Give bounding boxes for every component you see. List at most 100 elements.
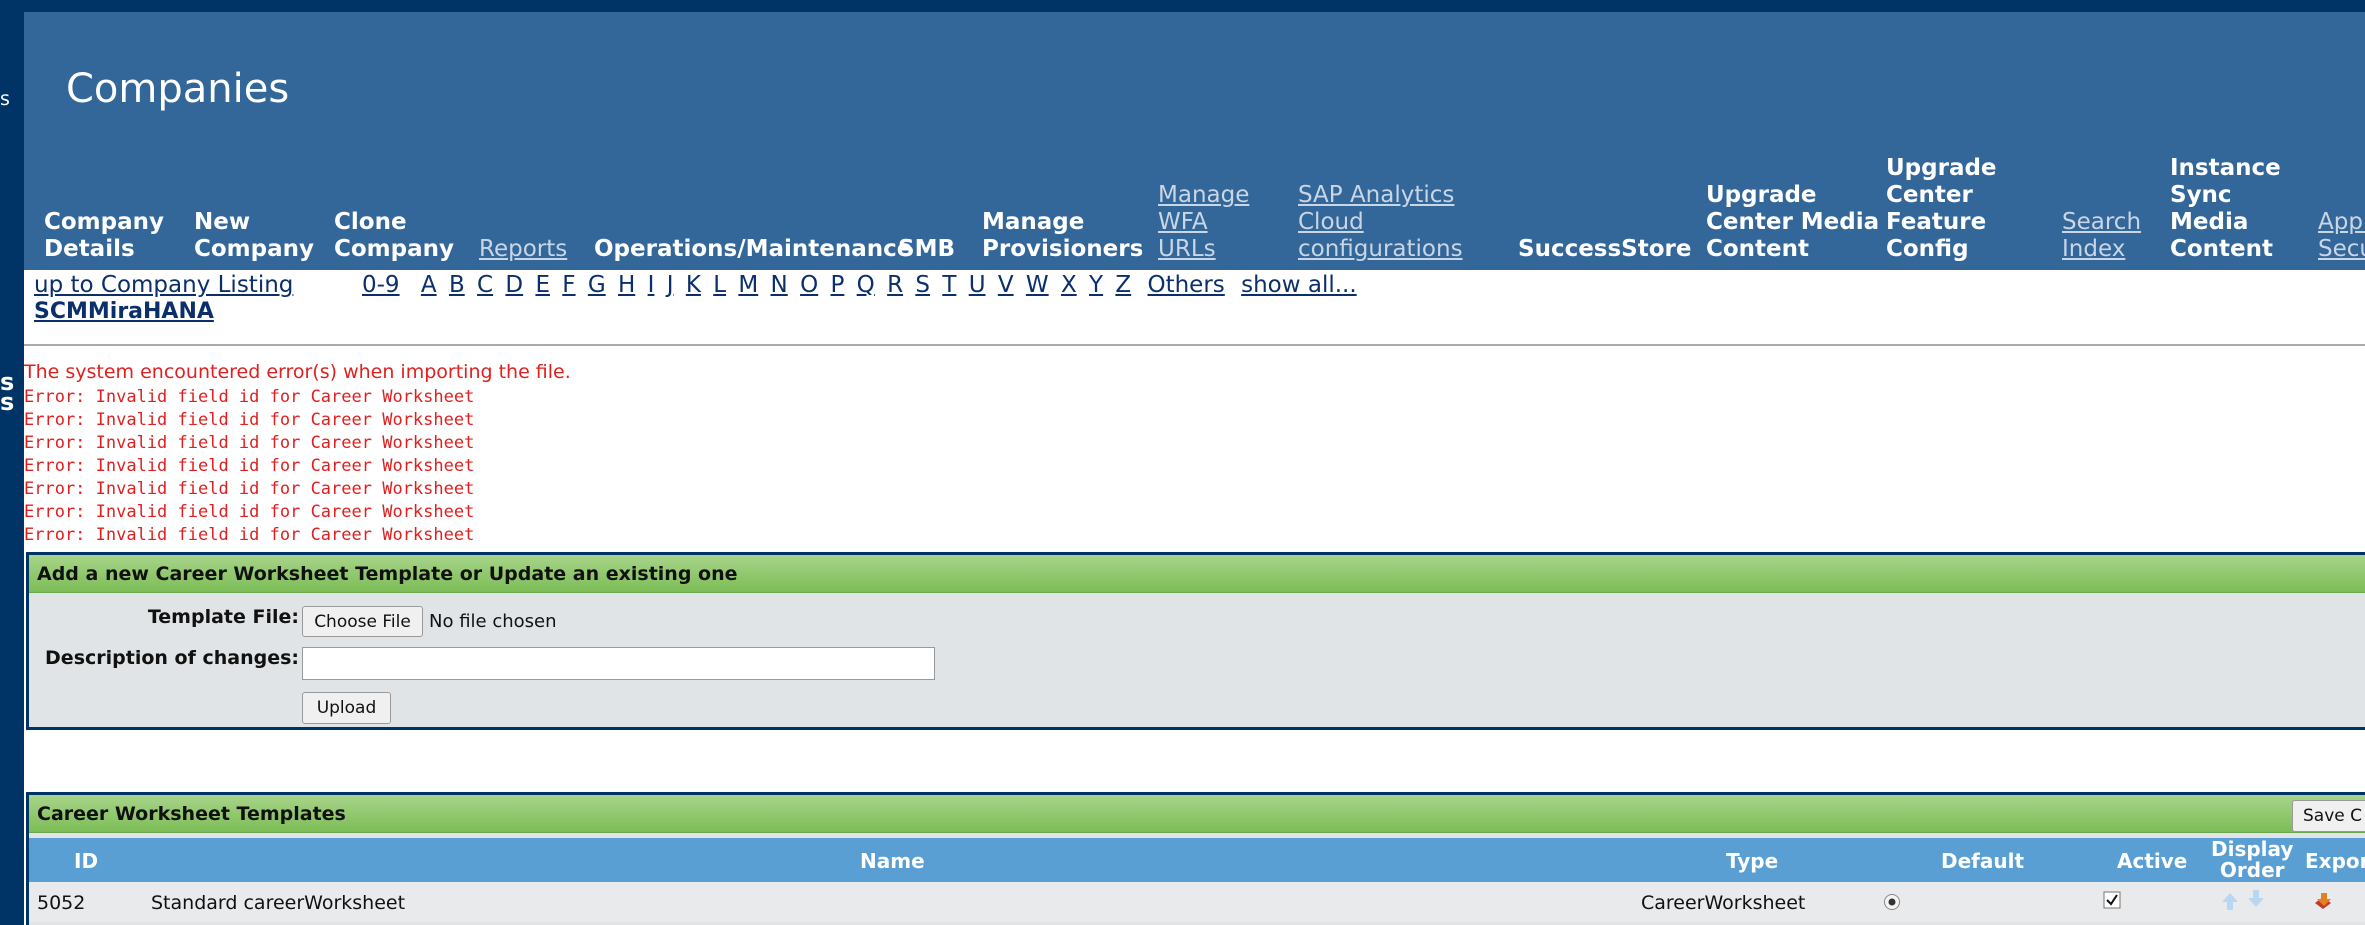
nav-label: WFA xyxy=(1158,209,1208,235)
alpha-link[interactable]: I xyxy=(648,272,655,298)
nav-sap-analytics-cloud[interactable]: SAP Analytics Cloud configurations xyxy=(1298,182,1463,263)
nav-label: Company xyxy=(334,236,454,262)
error-line: Error: Invalid field id for Career Works… xyxy=(24,433,475,453)
description-label: Description of changes: xyxy=(45,647,299,669)
alpha-link[interactable]: N xyxy=(771,272,788,298)
alpha-link[interactable]: B xyxy=(449,272,465,298)
nav-label: Center xyxy=(1886,182,1973,208)
alpha-show-all-link[interactable]: show all... xyxy=(1241,272,1357,298)
row-type: CareerWorksheet xyxy=(1641,892,1806,914)
nav-label: New xyxy=(194,209,251,235)
left-strip-fragment: s xyxy=(0,88,10,110)
page-title: Companies xyxy=(66,66,290,112)
alpha-link[interactable]: M xyxy=(738,272,758,298)
nav-successstore[interactable]: SuccessStore xyxy=(1518,236,1692,263)
nav-label: Search xyxy=(2062,209,2142,235)
nav-label: SMB xyxy=(898,236,955,262)
nav-reports[interactable]: Reports xyxy=(479,236,567,263)
nav-label: Instance xyxy=(2170,155,2281,181)
col-type[interactable]: Type xyxy=(1726,849,1778,873)
alpha-link[interactable]: Y xyxy=(1089,272,1103,298)
col-name[interactable]: Name xyxy=(860,849,925,873)
nav-label: Upgrade xyxy=(1706,182,1817,208)
arrow-down-icon[interactable] xyxy=(2245,888,2267,910)
nav-search-index[interactable]: Search Index xyxy=(2062,209,2141,263)
nav-label: Index xyxy=(2062,236,2126,262)
nav-label: Center Media xyxy=(1706,209,1880,235)
table-header: ID Name Type Default Active Display Orde… xyxy=(29,838,2365,882)
choose-file-button[interactable]: Choose File xyxy=(302,606,423,637)
nav-label: SuccessStore xyxy=(1518,236,1692,262)
templates-panel-title: Career Worksheet Templates xyxy=(29,795,2365,833)
upload-button[interactable]: Upload xyxy=(302,692,391,724)
alpha-link[interactable]: A xyxy=(421,272,437,298)
no-file-chosen-text: No file chosen xyxy=(429,611,557,632)
nav-label: configurations xyxy=(1298,236,1463,262)
nav-label: Provisioners xyxy=(982,236,1144,262)
up-to-company-listing-link[interactable]: up to Company Listing xyxy=(34,272,293,298)
description-input[interactable] xyxy=(302,647,935,680)
alpha-others-link[interactable]: Others xyxy=(1147,272,1224,298)
save-changes-button[interactable]: Save C xyxy=(2292,800,2365,832)
nav-label: Operations/Maintenance xyxy=(594,236,913,262)
alpha-link[interactable]: J xyxy=(667,272,674,298)
error-line: Error: Invalid field id for Career Works… xyxy=(24,479,475,499)
nav-instance-sync[interactable]: Instance Sync Media Content xyxy=(2170,155,2281,263)
alpha-link[interactable]: P xyxy=(830,272,844,298)
alpha-link[interactable]: E xyxy=(535,272,550,298)
alpha-link[interactable]: Z xyxy=(1115,272,1131,298)
nav-upgrade-center-feature[interactable]: Upgrade Center Feature Config xyxy=(1886,155,1997,263)
alpha-link[interactable]: O xyxy=(800,272,818,298)
nav-manage-wfa-urls[interactable]: Manage WFA URLs xyxy=(1158,182,1249,263)
nav-label: URLs xyxy=(1158,236,1216,262)
nav-company-details[interactable]: Company Details xyxy=(44,209,164,263)
table-row: 5052 Standard careerWorksheet CareerWork… xyxy=(29,882,2365,922)
nav-operations-maintenance[interactable]: Operations/Maintenance xyxy=(594,236,912,263)
alpha-link[interactable]: F xyxy=(562,272,575,298)
nav-upgrade-center-media[interactable]: Upgrade Center Media Content xyxy=(1706,182,1879,263)
alpha-link[interactable]: R xyxy=(887,272,903,298)
alpha-link[interactable]: K xyxy=(686,272,701,298)
row-id: 5052 xyxy=(37,892,86,914)
nav-label: Cloud xyxy=(1298,209,1364,235)
top-band xyxy=(24,0,2365,12)
alpha-link[interactable]: X xyxy=(1061,272,1077,298)
alpha-link[interactable]: T xyxy=(942,272,956,298)
left-strip-fragment: s xyxy=(0,388,15,416)
radio-selected-icon[interactable] xyxy=(1883,893,1901,911)
alpha-link[interactable]: V xyxy=(998,272,1014,298)
col-active[interactable]: Active xyxy=(2117,849,2187,873)
alpha-link[interactable]: L xyxy=(713,272,726,298)
nav-clone-company[interactable]: Clone Company xyxy=(334,209,454,263)
alpha-link[interactable]: Q xyxy=(857,272,875,298)
nav-smb[interactable]: SMB xyxy=(898,236,955,263)
error-line: Error: Invalid field id for Career Works… xyxy=(24,502,475,522)
upload-template-panel: Add a new Career Worksheet Template or U… xyxy=(26,552,2365,730)
page-header: Companies Company Details New Company Cl… xyxy=(24,12,2365,270)
nav-manage-provisioners[interactable]: Manage Provisioners xyxy=(982,209,1143,263)
error-line: Error: Invalid field id for Career Works… xyxy=(24,410,475,430)
nav-app-security[interactable]: Appl Secu xyxy=(2318,209,2365,263)
alpha-link[interactable]: W xyxy=(1026,272,1049,298)
alpha-link[interactable]: S xyxy=(915,272,930,298)
alpha-link[interactable]: U xyxy=(969,272,986,298)
alpha-link[interactable]: D xyxy=(505,272,523,298)
arrow-up-icon[interactable] xyxy=(2219,890,2241,912)
checkbox-checked-icon[interactable] xyxy=(2103,891,2121,909)
col-display-order: Display Order xyxy=(2211,839,2293,881)
col-id[interactable]: ID xyxy=(74,849,98,873)
nav-new-company[interactable]: New Company xyxy=(194,209,314,263)
upload-panel-title: Add a new Career Worksheet Template or U… xyxy=(29,555,2365,593)
nav-label: Clone xyxy=(334,209,407,235)
export-icon[interactable] xyxy=(2311,889,2335,913)
alpha-link[interactable]: C xyxy=(477,272,493,298)
nav-label: Appl xyxy=(2318,209,2365,235)
alpha-link[interactable]: G xyxy=(588,272,606,298)
row-name: Standard careerWorksheet xyxy=(151,892,406,914)
col-default[interactable]: Default xyxy=(1941,849,2024,873)
company-name-link[interactable]: SCMMiraHANA xyxy=(34,299,214,324)
nav-label: Feature xyxy=(1886,209,1987,235)
nav-label: Manage xyxy=(982,209,1085,235)
alpha-link[interactable]: H xyxy=(618,272,635,298)
alpha-link[interactable]: 0-9 xyxy=(362,272,400,298)
